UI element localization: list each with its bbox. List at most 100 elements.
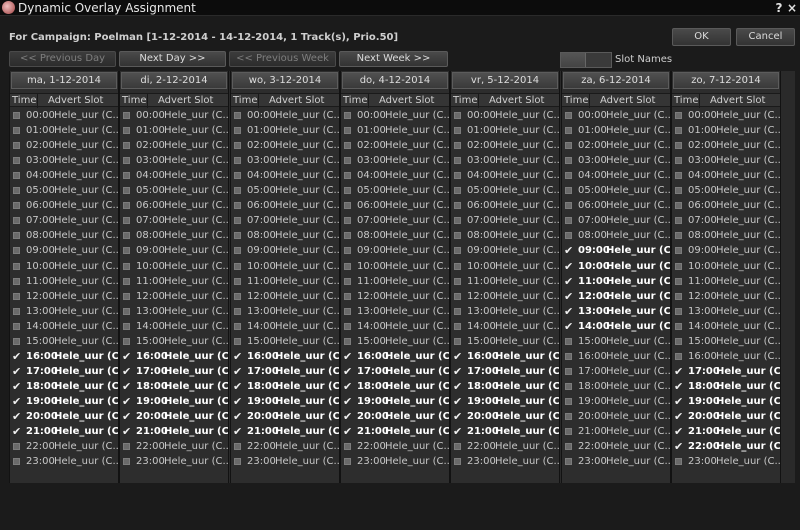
slot-checkbox[interactable]: [565, 383, 572, 390]
slot-row[interactable]: 18:00 Hele_uur (C...: [562, 379, 670, 394]
slot-checkbox[interactable]: [344, 293, 351, 300]
slot-row[interactable]: ✔ 17:00Hele_uur (C...: [10, 364, 118, 379]
slot-checkbox[interactable]: [675, 308, 682, 315]
slot-row[interactable]: 01:00 Hele_uur (C...: [562, 123, 670, 138]
slot-row[interactable]: 00:00 Hele_uur (C...: [120, 108, 228, 123]
slot-row[interactable]: 03:00 Hele_uur (C...: [231, 153, 339, 168]
slot-row[interactable]: 01:00 Hele_uur (C...: [231, 123, 339, 138]
slot-checkbox-checked[interactable]: ✔: [12, 424, 21, 439]
slot-row[interactable]: ✔ 18:00Hele_uur (C...: [10, 379, 118, 394]
help-button[interactable]: ?: [774, 0, 784, 16]
slot-checkbox-checked[interactable]: ✔: [453, 379, 462, 394]
slot-row[interactable]: 01:00 Hele_uur (C...: [451, 123, 559, 138]
slot-row[interactable]: 19:00 Hele_uur (C...: [562, 394, 670, 409]
slot-checkbox-checked[interactable]: ✔: [674, 379, 683, 394]
slot-row[interactable]: 12:00 Hele_uur (C...: [672, 289, 780, 304]
slot-checkbox[interactable]: [344, 278, 351, 285]
slot-row[interactable]: 15:00 Hele_uur (C...: [672, 334, 780, 349]
slot-checkbox[interactable]: [123, 263, 130, 270]
slot-row[interactable]: 11:00 Hele_uur (C...: [341, 274, 449, 289]
slot-checkbox[interactable]: [454, 217, 461, 224]
slot-names-toggle[interactable]: [560, 52, 612, 68]
slot-row[interactable]: 23:00 Hele_uur (C...: [451, 454, 559, 469]
slot-checkbox[interactable]: [13, 247, 20, 254]
slot-checkbox[interactable]: [234, 157, 241, 164]
time-column-header[interactable]: Time: [122, 94, 148, 108]
slot-checkbox-checked[interactable]: ✔: [674, 409, 683, 424]
slot-checkbox[interactable]: [565, 157, 572, 164]
slot-row[interactable]: 08:00 Hele_uur (C...: [341, 228, 449, 243]
slot-checkbox-checked[interactable]: ✔: [674, 364, 683, 379]
slot-checkbox-checked[interactable]: ✔: [674, 424, 683, 439]
slot-checkbox[interactable]: [123, 323, 130, 330]
slot-checkbox[interactable]: [123, 232, 130, 239]
slot-checkbox[interactable]: [675, 112, 682, 119]
slot-checkbox[interactable]: [565, 172, 572, 179]
slot-row[interactable]: 09:00 Hele_uur (C...: [231, 243, 339, 258]
slot-checkbox[interactable]: [344, 263, 351, 270]
slot-checkbox[interactable]: [123, 142, 130, 149]
slot-row[interactable]: 22:00 Hele_uur (C...: [10, 439, 118, 454]
slot-row[interactable]: 00:00 Hele_uur (C...: [10, 108, 118, 123]
slot-checkbox[interactable]: [123, 187, 130, 194]
slot-column-header[interactable]: Advert Slot: [600, 94, 655, 108]
slot-row[interactable]: ✔ 20:00Hele_uur (C...: [672, 409, 780, 424]
slot-checkbox[interactable]: [344, 172, 351, 179]
slot-checkbox[interactable]: [234, 202, 241, 209]
slot-checkbox[interactable]: [344, 142, 351, 149]
slot-row[interactable]: 15:00 Hele_uur (C...: [341, 334, 449, 349]
slot-checkbox[interactable]: [344, 338, 351, 345]
slot-checkbox[interactable]: [234, 458, 241, 465]
slot-checkbox-checked[interactable]: ✔: [122, 424, 131, 439]
slot-checkbox[interactable]: [675, 278, 682, 285]
slot-checkbox[interactable]: [454, 278, 461, 285]
slot-checkbox[interactable]: [13, 142, 20, 149]
slot-checkbox[interactable]: [13, 278, 20, 285]
slot-checkbox-checked[interactable]: ✔: [122, 409, 131, 424]
slot-checkbox[interactable]: [123, 247, 130, 254]
slot-row[interactable]: 01:00 Hele_uur (C...: [10, 123, 118, 138]
slot-row[interactable]: 07:00 Hele_uur (C...: [562, 213, 670, 228]
slot-checkbox[interactable]: [234, 232, 241, 239]
slot-row[interactable]: ✔ 21:00Hele_uur (C...: [120, 424, 228, 439]
slot-row[interactable]: 11:00 Hele_uur (C...: [672, 274, 780, 289]
slot-row[interactable]: 11:00 Hele_uur (C...: [231, 274, 339, 289]
slot-checkbox[interactable]: [234, 278, 241, 285]
slot-checkbox[interactable]: [454, 112, 461, 119]
slot-row[interactable]: 00:00 Hele_uur (C...: [672, 108, 780, 123]
slot-row[interactable]: 02:00 Hele_uur (C...: [120, 138, 228, 153]
slot-row[interactable]: ✔ 18:00Hele_uur (C...: [231, 379, 339, 394]
slot-row[interactable]: 04:00 Hele_uur (C...: [10, 168, 118, 183]
slot-row[interactable]: ✔ 12:00Hele_uur (C...: [562, 289, 670, 304]
slot-checkbox-checked[interactable]: ✔: [12, 364, 21, 379]
slot-checkbox[interactable]: [234, 443, 241, 450]
slot-checkbox[interactable]: [123, 458, 130, 465]
slot-row[interactable]: ✔ 13:00Hele_uur (C...: [562, 304, 670, 319]
slot-row[interactable]: 22:00 Hele_uur (C...: [562, 439, 670, 454]
slot-row[interactable]: 23:00 Hele_uur (C...: [231, 454, 339, 469]
slot-row[interactable]: 03:00 Hele_uur (C...: [562, 153, 670, 168]
slot-checkbox-checked[interactable]: ✔: [12, 349, 21, 364]
slot-checkbox-checked[interactable]: ✔: [122, 364, 131, 379]
cancel-button[interactable]: Cancel: [736, 28, 795, 46]
slot-checkbox[interactable]: [675, 142, 682, 149]
slot-row[interactable]: 03:00 Hele_uur (C...: [10, 153, 118, 168]
slot-checkbox[interactable]: [675, 172, 682, 179]
slot-row[interactable]: 02:00 Hele_uur (C...: [10, 138, 118, 153]
slot-column-header[interactable]: Advert Slot: [269, 94, 324, 108]
slot-row[interactable]: 03:00 Hele_uur (C...: [341, 153, 449, 168]
slot-column-header[interactable]: Advert Slot: [710, 94, 765, 108]
slot-row[interactable]: 01:00 Hele_uur (C...: [341, 123, 449, 138]
slot-checkbox[interactable]: [13, 308, 20, 315]
slot-row[interactable]: 09:00 Hele_uur (C...: [672, 243, 780, 258]
slot-checkbox-checked[interactable]: ✔: [122, 349, 131, 364]
slot-row[interactable]: 09:00 Hele_uur (C...: [451, 243, 559, 258]
slot-row[interactable]: 00:00 Hele_uur (C...: [562, 108, 670, 123]
slot-row[interactable]: 02:00 Hele_uur (C...: [341, 138, 449, 153]
previous-day-button[interactable]: << Previous Day: [9, 51, 116, 67]
slot-row[interactable]: 04:00 Hele_uur (C...: [120, 168, 228, 183]
slot-checkbox-checked[interactable]: ✔: [564, 259, 573, 274]
slot-column-header[interactable]: Advert Slot: [379, 94, 434, 108]
slot-row[interactable]: ✔ 11:00Hele_uur (C...: [562, 274, 670, 289]
slot-checkbox[interactable]: [123, 172, 130, 179]
